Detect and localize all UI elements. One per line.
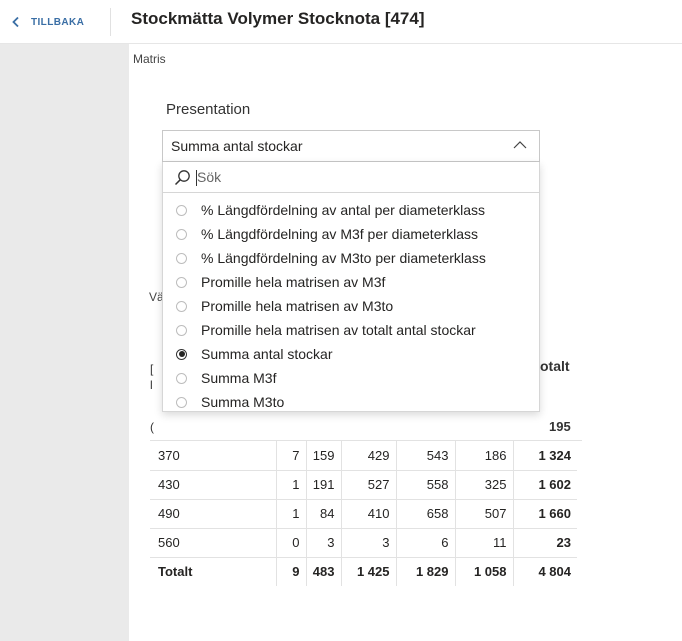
row-label: 490 (150, 499, 276, 529)
search-box (163, 162, 539, 193)
cell: 410 (340, 499, 396, 529)
options-list: % Längdfördelning av antal per diameterk… (163, 193, 539, 414)
totals-label: Totalt (158, 564, 193, 580)
header-divider (110, 8, 111, 36)
option-item-selected[interactable]: Summa antal stockar (163, 342, 539, 366)
row-label: 370 (150, 441, 276, 471)
row-total: 1 324 (512, 441, 577, 471)
radio-button[interactable] (176, 396, 187, 408)
cell: 6 (395, 528, 455, 558)
cell: 9 (275, 557, 306, 586)
cell: 1 829 (395, 557, 455, 586)
option-item[interactable]: Promille hela matrisen av M3f (163, 270, 539, 294)
radio-button[interactable] (176, 324, 187, 336)
option-item[interactable]: Summa M3to (163, 390, 539, 414)
cell: 507 (454, 499, 513, 529)
cell: 527 (340, 470, 396, 500)
option-label: Summa antal stockar (201, 346, 333, 362)
chevron-up-icon (513, 141, 527, 149)
option-label: % Längdfördelning av M3to per diameterkl… (201, 250, 486, 266)
radio-button-selected[interactable] (176, 348, 187, 360)
option-item[interactable]: % Längdfördelning av M3to per diameterkl… (163, 246, 539, 270)
cell: 543 (395, 441, 455, 471)
radio-button[interactable] (176, 204, 187, 216)
matrix-table: 370 7 159 429 543 186 1 324 430 1 191 52… (150, 441, 577, 586)
option-item[interactable]: % Längdfördelning av M3f per diameterkla… (163, 222, 539, 246)
cell: 1 425 (340, 557, 396, 586)
cell: 558 (395, 470, 455, 500)
cell: 1 (275, 499, 306, 529)
cell: 429 (340, 441, 396, 471)
grand-total: 4 804 (512, 557, 577, 586)
cell: 325 (454, 470, 513, 500)
back-button[interactable]: TILLBAKA (10, 12, 84, 32)
back-label: TILLBAKA (31, 16, 85, 28)
total-column-header: otalt (540, 358, 570, 374)
option-label: Summa M3to (201, 394, 285, 410)
option-label: Promille hela matrisen av M3to (201, 298, 394, 314)
radio-button[interactable] (176, 300, 187, 312)
option-item[interactable]: % Längdfördelning av antal per diameterk… (163, 198, 539, 222)
option-label: Promille hela matrisen av totalt antal s… (201, 322, 476, 338)
table-row: 430 1 191 527 558 325 1 602 (150, 470, 577, 500)
option-item[interactable]: Summa M3f (163, 366, 539, 390)
left-pane (0, 44, 129, 641)
row-total: 1 602 (512, 470, 577, 500)
slicer-title: Presentation (166, 101, 251, 118)
option-item[interactable]: Promille hela matrisen av M3to (163, 294, 539, 318)
option-label: % Längdfördelning av antal per diameterk… (201, 202, 486, 218)
cell: 658 (395, 499, 455, 529)
cell: 159 (305, 441, 341, 471)
dropdown-selected-value: Summa antal stockar (171, 138, 303, 154)
totals-row: Totalt 9 483 1 425 1 829 1 058 4 804 (150, 557, 577, 586)
search-icon (174, 169, 190, 185)
option-label: % Längdfördelning av M3f per diameterkla… (201, 226, 479, 242)
cell: 84 (305, 499, 341, 529)
cell: 11 (454, 528, 513, 558)
row-total: 1 660 (512, 499, 577, 529)
row-total: 23 (512, 528, 577, 558)
first-row-total: 195 (549, 419, 571, 434)
cell: 0 (275, 528, 306, 558)
search-input[interactable] (197, 169, 497, 185)
radio-button[interactable] (176, 276, 187, 288)
radio-button[interactable] (176, 252, 187, 264)
top-bar: TILLBAKA Stockmätta Volymer Stocknota [4… (0, 0, 682, 44)
chevron-left-icon (12, 16, 19, 28)
row-label: 430 (150, 470, 276, 500)
cell: 7 (275, 441, 306, 471)
table-row: 490 1 84 410 658 507 1 660 (150, 499, 577, 529)
cell: 186 (454, 441, 513, 471)
cell: 3 (340, 528, 396, 558)
cell: 1 (275, 470, 306, 500)
row-header-fragment: [ (150, 362, 154, 376)
table-row: 560 0 3 3 6 11 23 (150, 528, 577, 558)
cell: 483 (305, 557, 341, 586)
row-header-fragment: ( (150, 420, 154, 434)
radio-button[interactable] (176, 228, 187, 240)
cell: 191 (305, 470, 341, 500)
dropdown-panel: % Längdfördelning av antal per diameterk… (162, 162, 540, 412)
text-caret (196, 170, 197, 186)
table-row: 370 7 159 429 543 186 1 324 (150, 441, 577, 471)
row-label: 560 (150, 528, 276, 558)
row-header-fragment: l (150, 378, 153, 392)
presentation-dropdown[interactable]: Summa antal stockar (162, 130, 540, 162)
visual-label: Matris (133, 52, 166, 66)
radio-button[interactable] (176, 372, 187, 384)
cell: 3 (305, 528, 341, 558)
option-label: Promille hela matrisen av M3f (201, 274, 386, 290)
cell: 1 058 (454, 557, 513, 586)
option-item[interactable]: Promille hela matrisen av totalt antal s… (163, 318, 539, 342)
page-title: Stockmätta Volymer Stocknota [474] (131, 9, 425, 28)
option-label: Summa M3f (201, 370, 277, 386)
